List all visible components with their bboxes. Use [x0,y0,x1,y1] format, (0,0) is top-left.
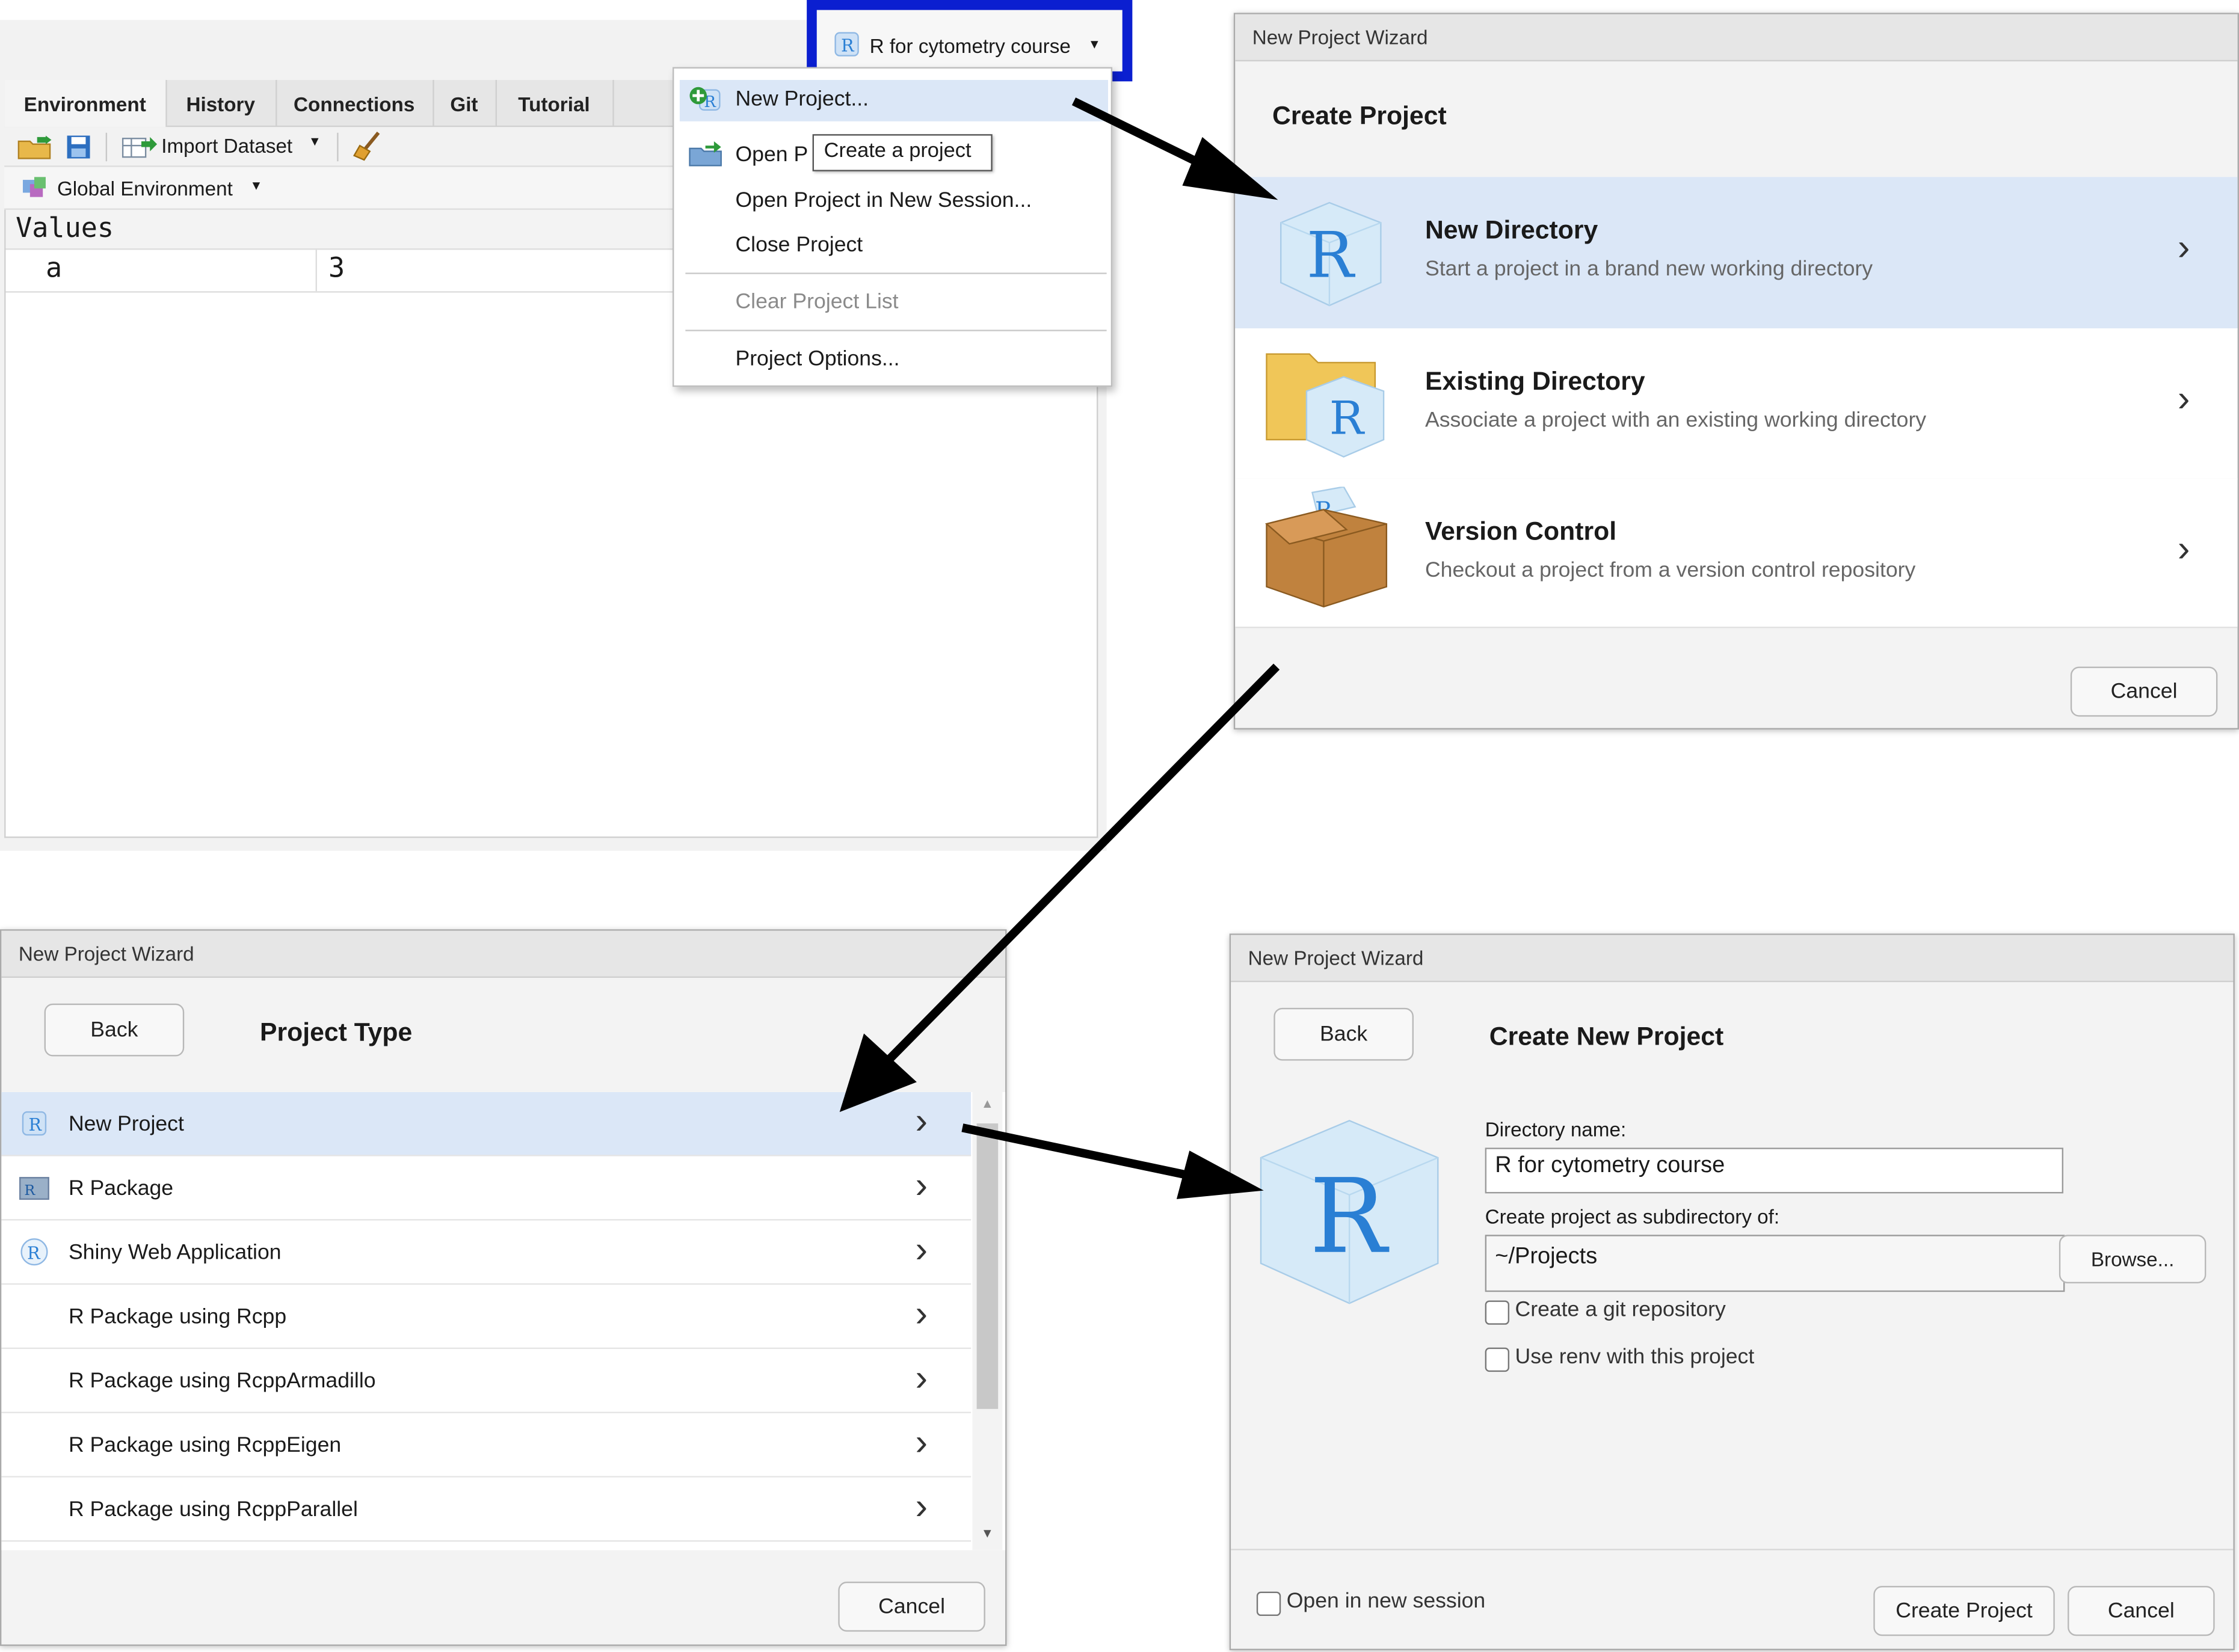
arrow-line [870,663,1280,1078]
arrow-head [1182,137,1278,200]
arrow-line [961,1123,1208,1184]
flow-arrows [839,97,1280,1199]
arrow-head [1176,1150,1264,1199]
screenshot-frame: Environment History Connections Git Tuto… [0,0,2239,1651]
